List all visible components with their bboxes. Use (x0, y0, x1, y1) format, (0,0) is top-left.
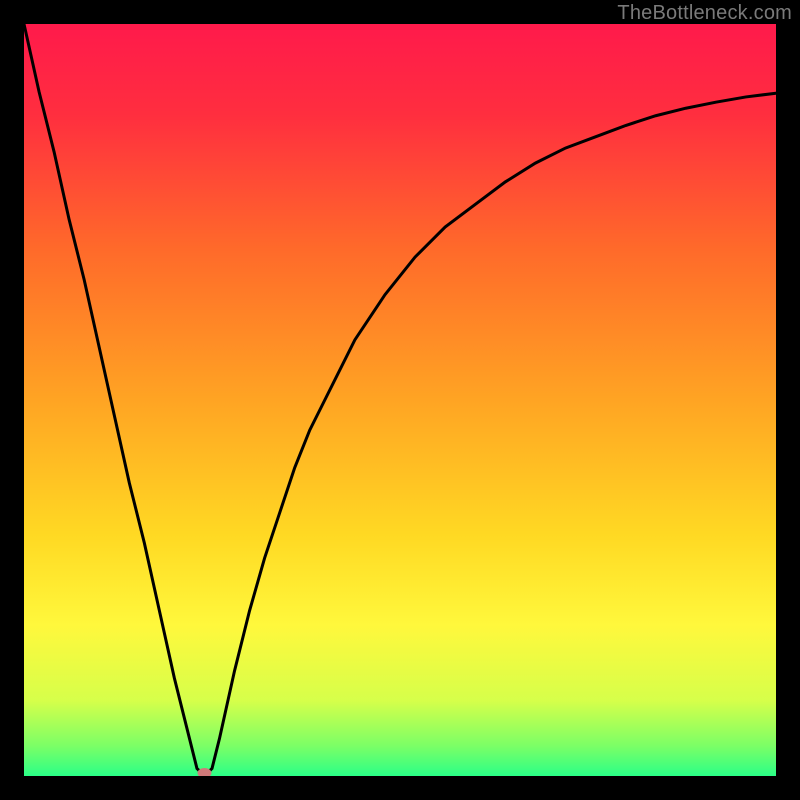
chart-frame (24, 24, 776, 776)
gradient-background (24, 24, 776, 776)
watermark-text: TheBottleneck.com (617, 2, 792, 25)
chart-svg (24, 24, 776, 776)
